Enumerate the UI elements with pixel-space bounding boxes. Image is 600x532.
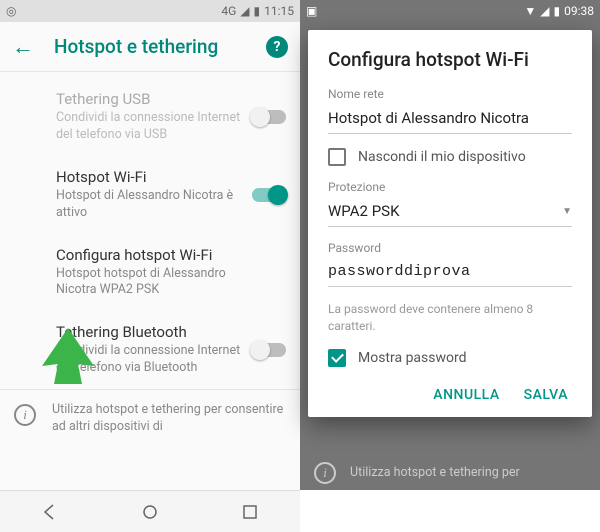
clock: 11:15 — [264, 4, 294, 18]
item-title: Tethering Bluetooth — [56, 323, 244, 341]
settings-list: Tethering USB Condividi la connessione I… — [0, 72, 300, 490]
battery-icon: ▮ — [554, 4, 561, 18]
show-password-row[interactable]: Mostra password — [328, 349, 572, 367]
item-configure-hotspot[interactable]: Configura hotspot Wi-Fi Hotspot hotspot … — [0, 234, 300, 312]
dialog-title: Configura hotspot Wi-Fi — [328, 48, 572, 71]
show-password-checkbox[interactable] — [328, 349, 346, 367]
nav-home-icon[interactable] — [139, 501, 161, 523]
switch-bluetooth[interactable] — [252, 343, 286, 357]
network-name-label: Nome rete — [328, 87, 572, 101]
save-button[interactable]: SALVA — [524, 387, 568, 403]
back-icon[interactable]: ← — [12, 34, 34, 60]
cancel-button[interactable]: ANNULLA — [433, 387, 499, 403]
signal-icon: ◢ — [240, 4, 249, 18]
nav-recent-icon[interactable] — [239, 501, 261, 523]
item-subtitle: Condividi la connessione Internet del te… — [56, 110, 244, 144]
hide-device-label: Nascondi il mio dispositivo — [358, 149, 526, 165]
network-name-field[interactable]: Hotspot di Alessandro Nicotra — [328, 105, 572, 134]
item-tethering-usb: Tethering USB Condividi la connessione I… — [0, 78, 300, 156]
hide-device-checkbox[interactable] — [328, 148, 346, 166]
switch-usb — [252, 110, 286, 124]
item-subtitle: Hotspot hotspot di Alessandro Nicotra WP… — [56, 266, 286, 300]
chevron-down-icon: ▼ — [562, 206, 572, 217]
password-field[interactable]: passworddiprova — [328, 259, 572, 287]
hide-device-row[interactable]: Nascondi il mio dispositivo — [328, 148, 572, 166]
item-tethering-bluetooth[interactable]: Tethering Bluetooth Condividi la conness… — [0, 311, 300, 389]
configure-hotspot-dialog: Configura hotspot Wi-Fi Nome rete Hotspo… — [308, 30, 592, 417]
item-title: Tethering USB — [56, 90, 244, 108]
info-row: i Utilizza hotspot e tethering per conse… — [0, 390, 300, 448]
item-subtitle: Condividi la connessione Internet del te… — [56, 343, 244, 377]
signal-icon: ◢ — [540, 4, 549, 18]
clock: 09:38 — [564, 4, 594, 18]
item-title: Configura hotspot Wi-Fi — [56, 246, 286, 264]
password-label: Password — [328, 241, 572, 255]
info-text: Utilizza hotspot e tethering per consent… — [52, 402, 286, 436]
background-info-text: Utilizza hotspot e tethering per — [350, 465, 520, 480]
phone-settings-screen: ◎ 4G ◢ ▮ 11:15 ← Hotspot e tethering ? T… — [0, 0, 300, 532]
nav-back-icon[interactable] — [39, 501, 61, 523]
item-title: Hotspot Wi-Fi — [56, 168, 244, 186]
help-icon[interactable]: ? — [266, 36, 288, 58]
security-value: WPA2 PSK — [328, 202, 399, 220]
dialog-actions: ANNULLA SALVA — [328, 381, 572, 407]
modal-backdrop: Configura hotspot Wi-Fi Nome rete Hotspo… — [300, 22, 600, 490]
page-title: Hotspot e tethering — [54, 35, 266, 58]
network-label: 4G — [221, 4, 236, 18]
info-icon: i — [314, 462, 336, 484]
password-hint: La password deve contenere almeno 8 cara… — [328, 301, 572, 335]
info-icon: i — [14, 404, 36, 426]
battery-icon: ▮ — [254, 4, 261, 18]
item-hotspot-wifi[interactable]: Hotspot Wi-Fi Hotspot di Alessandro Nico… — [0, 156, 300, 234]
hotspot-icon: ◎ — [6, 4, 16, 18]
security-dropdown[interactable]: WPA2 PSK ▼ — [328, 198, 572, 227]
show-password-label: Mostra password — [358, 350, 467, 366]
switch-wifi[interactable] — [252, 188, 286, 202]
status-bar: ◎ 4G ◢ ▮ 11:15 — [0, 0, 300, 22]
item-subtitle: Hotspot di Alessandro Nicotra è attivo — [56, 188, 244, 222]
wifi-icon: ▼ — [524, 4, 536, 18]
app-bar: ← Hotspot e tethering ? — [0, 22, 300, 72]
status-bar: ▣ ▼ ◢ ▮ 09:38 — [300, 0, 600, 22]
picture-icon: ▣ — [306, 4, 317, 18]
nav-bar — [0, 490, 300, 532]
phone-dialog-screen: ▣ ▼ ◢ ▮ 09:38 Configura hotspot Wi-Fi No… — [300, 0, 600, 532]
security-label: Protezione — [328, 180, 572, 194]
background-info-row: i Utilizza hotspot e tethering per — [314, 460, 586, 484]
